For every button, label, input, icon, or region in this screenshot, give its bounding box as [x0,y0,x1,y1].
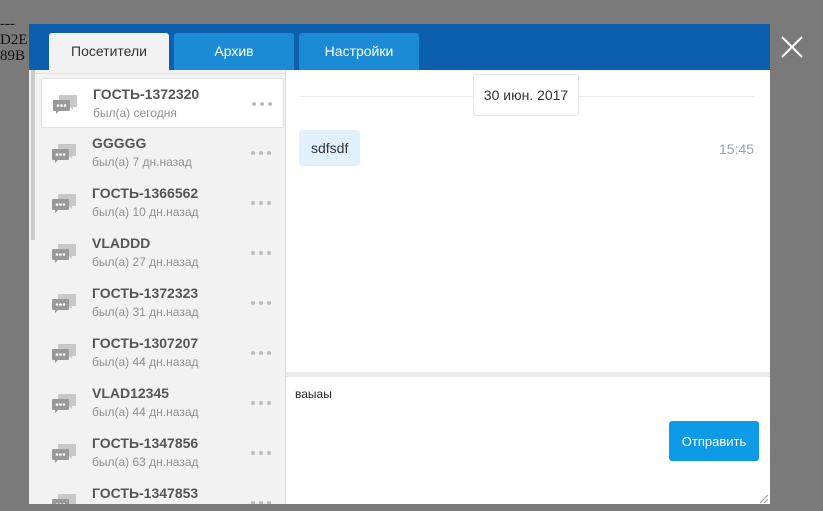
chat-bubbles-icon [51,493,77,504]
more-dots-icon[interactable] [250,299,272,307]
visitor-item[interactable]: VLAD12345 был(а) 44 дн.назад [41,378,284,428]
chat-bubbles-icon [51,293,77,315]
more-dots-icon[interactable] [250,499,272,504]
visitors-sidebar: ГОСТЬ-1372320 был(а) сегодня GGGGG был(а) 7… [29,70,286,504]
more-dots-icon[interactable] [250,349,272,357]
chat-bubbles-icon [51,443,77,465]
composer: Отправить [286,377,770,504]
visitor-last-seen: был(а) 10 дн.назад [92,205,199,219]
message-time: 15:45 [719,141,755,157]
scrollbar[interactable] [31,70,35,240]
send-button[interactable]: Отправить [669,421,759,461]
more-dots-icon[interactable] [251,100,273,108]
bg-line: 89B [0,48,26,64]
more-dots-icon[interactable] [250,449,272,457]
bg-line: --- [0,16,15,32]
visitor-last-seen: был(а) 7 дн.назад [92,155,192,169]
chat-modal: Посетители Архив Настройки ГОСТЬ-1372320… [29,24,770,504]
chat-bubbles-icon [51,393,77,415]
chat-bubbles-icon [51,343,77,365]
chat-panel: 30 июн. 2017 sdfsdf 15:45 [286,70,770,372]
visitor-item[interactable]: GGGGG был(а) 7 дн.назад [41,128,284,178]
message-bubble: sdfsdf [299,130,361,166]
close-icon[interactable] [780,35,804,59]
chat-bubbles-icon [52,94,78,116]
more-dots-icon[interactable] [250,149,272,157]
list-top-edge [35,70,285,74]
visitor-name: VLADDD [92,235,151,251]
visitor-name: ГОСТЬ-1347853 [92,485,199,501]
resize-grip-icon[interactable] [759,494,769,504]
visitor-name: ГОСТЬ-1366562 [92,185,199,201]
visitor-last-seen: был(а) 27 дн.назад [92,255,199,269]
visitor-item[interactable]: ГОСТЬ-1372323 был(а) 31 дн.назад [41,278,284,328]
visitor-item[interactable]: ГОСТЬ-1307207 был(а) 44 дн.назад [41,328,284,378]
visitor-name: VLAD12345 [92,385,170,401]
more-dots-icon[interactable] [250,399,272,407]
visitor-last-seen: был(а) 31 дн.назад [92,305,199,319]
visitor-item[interactable]: ГОСТЬ-1372320 был(а) сегодня [41,78,284,128]
chat-bubbles-icon [51,143,77,165]
more-dots-icon[interactable] [250,199,272,207]
visitor-item[interactable]: VLADDD был(а) 27 дн.назад [41,228,284,278]
visitor-name: ГОСТЬ-1372323 [92,285,199,301]
visitor-name: ГОСТЬ-1307207 [92,335,199,351]
date-separator: 30 июн. 2017 [473,74,579,116]
background-page-text: --- D2E 89B [0,16,28,64]
visitor-item[interactable]: ГОСТЬ-1347856 был(а) 63 дн.назад [41,428,284,478]
tab-archive[interactable]: Архив [174,33,294,70]
more-dots-icon[interactable] [250,249,272,257]
visitor-item[interactable]: ГОСТЬ-1347853 [41,478,284,504]
bg-line: D2E [0,32,28,48]
visitor-last-seen: был(а) сегодня [93,106,177,120]
visitor-last-seen: был(а) 44 дн.назад [92,355,199,369]
visitor-item[interactable]: ГОСТЬ-1366562 был(а) 10 дн.назад [41,178,284,228]
visitor-name: GGGGG [92,135,147,151]
tab-settings[interactable]: Настройки [299,33,419,70]
visitor-name: ГОСТЬ-1372320 [93,86,200,102]
visitor-last-seen: был(а) 63 дн.назад [92,455,199,469]
chat-bubbles-icon [51,193,77,215]
modal-header: Посетители Архив Настройки [29,24,770,70]
visitor-name: ГОСТЬ-1347856 [92,435,199,451]
tab-visitors[interactable]: Посетители [49,33,169,70]
chat-bubbles-icon [51,243,77,265]
visitor-last-seen: был(а) 44 дн.назад [92,405,199,419]
